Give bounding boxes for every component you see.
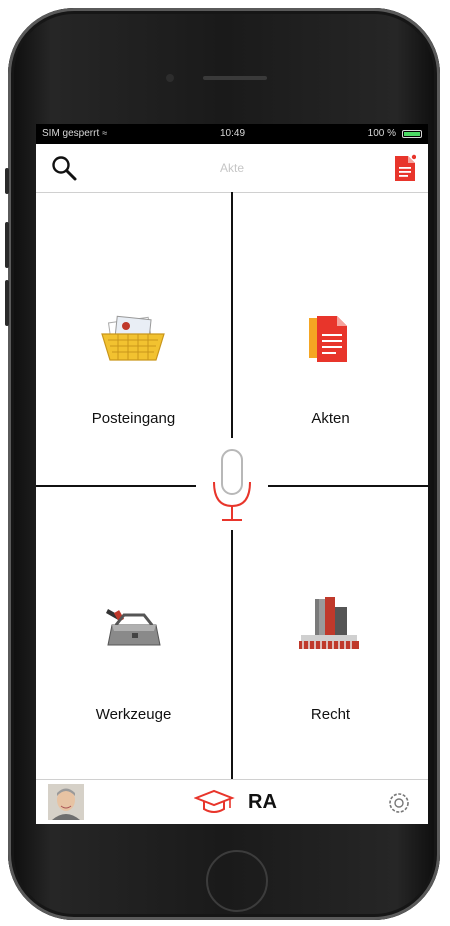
carrier-label: SIM gesperrt ≈ (42, 128, 107, 139)
avatar-image (48, 784, 84, 820)
microphone-button[interactable] (202, 438, 262, 530)
graduation-cap-logo-icon[interactable] (194, 788, 244, 818)
inbox-tray-icon (101, 315, 165, 361)
battery-percent: 100 % (367, 128, 396, 139)
earpiece-speaker (203, 76, 267, 80)
law-building-icon (299, 597, 359, 649)
grid-divider-horizontal-left (36, 485, 196, 487)
avatar[interactable] (48, 784, 84, 820)
toolbox-icon (106, 609, 161, 646)
status-bar: SIM gesperrt ≈ 10:49 100 % (36, 124, 428, 144)
documents-icon (309, 316, 347, 362)
nav-bar: Akte (36, 144, 428, 193)
tile-label: Akten (311, 410, 350, 427)
volume-down-button (5, 280, 9, 326)
battery-icon (402, 130, 422, 138)
carrier-text: SIM gesperrt (42, 128, 100, 139)
status-time: 10:49 (220, 128, 246, 139)
brand-label: RA (248, 791, 277, 813)
tile-akten[interactable]: Akten (233, 192, 428, 485)
microphone-icon (213, 449, 251, 521)
tile-label: Posteingang (91, 410, 176, 427)
front-camera (166, 74, 174, 82)
tile-recht[interactable]: Recht (233, 487, 428, 780)
tile-werkzeuge[interactable]: Werkzeuge (36, 487, 231, 780)
main-grid: Posteingang Akten Werkzeuge Recht (36, 192, 428, 779)
tab-bar: RA (36, 779, 428, 824)
mute-switch (5, 168, 9, 194)
tile-label: Werkzeuge (95, 706, 172, 723)
app-screen: SIM gesperrt ≈ 10:49 100 % Akte Posteing… (36, 124, 428, 824)
home-button[interactable] (206, 850, 268, 912)
grid-divider-horizontal-right (268, 485, 428, 487)
wifi-icon: ≈ (102, 128, 108, 138)
tile-label: Recht (310, 706, 351, 723)
volume-up-button (5, 222, 9, 268)
settings-icon[interactable] (386, 790, 412, 816)
document-icon[interactable] (394, 154, 416, 182)
nav-title: Akte (219, 161, 244, 175)
